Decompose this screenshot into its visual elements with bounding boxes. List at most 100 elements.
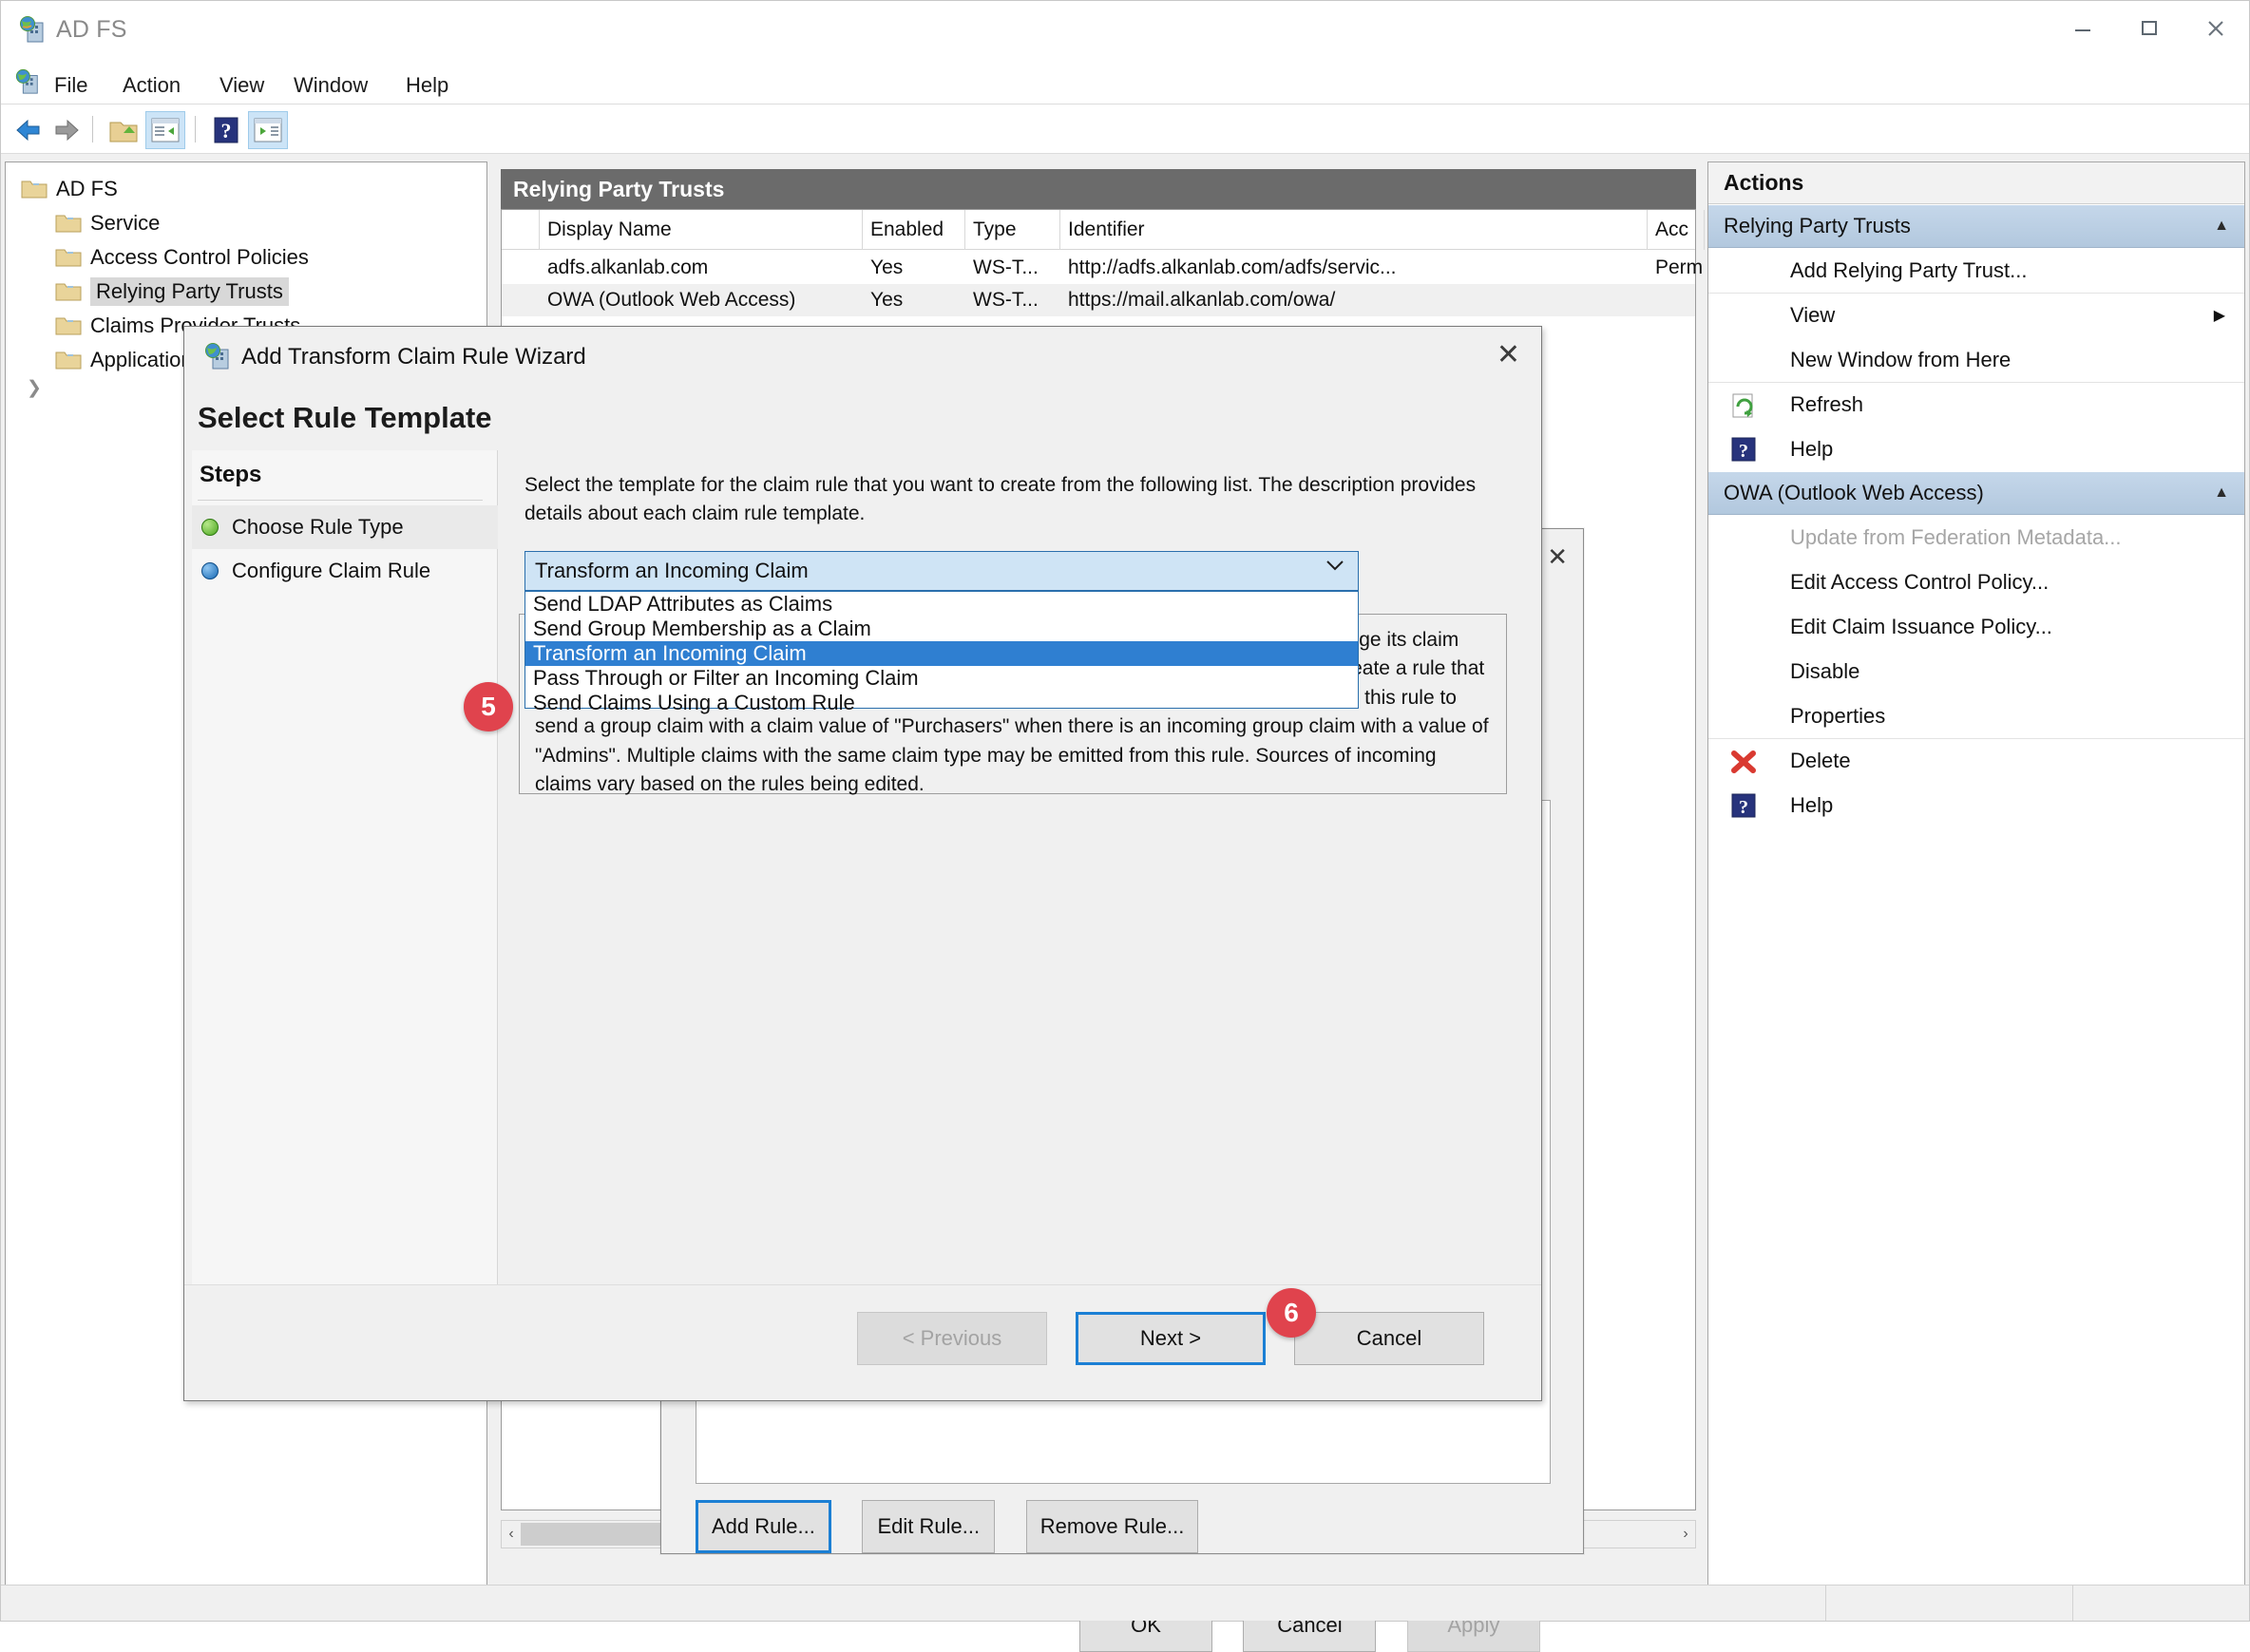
scrollbar-thumb[interactable]: [521, 1523, 663, 1546]
column-header-identifier[interactable]: Identifier: [1060, 210, 1648, 250]
tree-item-access-control-policies[interactable]: Access Control Policies: [55, 240, 309, 275]
actions-pane-title: Actions: [1708, 162, 2244, 204]
submenu-arrow-icon: ▶: [2214, 306, 2225, 325]
action-help-owa[interactable]: ? Help: [1708, 783, 2244, 827]
tree-item-service[interactable]: Service: [55, 206, 160, 240]
wizard-page-heading: Select Rule Template: [184, 386, 1541, 450]
action-edit-access-control-policy[interactable]: Edit Access Control Policy...: [1708, 560, 2244, 604]
action-refresh[interactable]: Refresh: [1708, 382, 2244, 427]
actions-group-label: OWA (Outlook Web Access): [1724, 481, 1984, 505]
add-rule-button[interactable]: Add Rule...: [696, 1500, 831, 1553]
adfs-icon: [18, 15, 47, 44]
up-folder-icon[interactable]: [107, 114, 140, 146]
tree-item-relying-party-trusts[interactable]: Relying Party Trusts: [55, 275, 289, 309]
action-label: Properties: [1790, 704, 1885, 729]
menu-item-action[interactable]: Action: [115, 71, 188, 100]
action-label: Disable: [1790, 659, 1859, 684]
back-arrow-icon[interactable]: [12, 114, 45, 146]
mdi-child-icon: [14, 68, 41, 95]
column-header-display-name[interactable]: Display Name: [540, 210, 863, 250]
forward-arrow-icon[interactable]: [50, 114, 83, 146]
cancel-button[interactable]: Cancel: [1294, 1312, 1484, 1365]
action-edit-claim-issuance-policy[interactable]: Edit Claim Issuance Policy...: [1708, 604, 2244, 649]
action-label: Edit Access Control Policy...: [1790, 570, 2049, 595]
actions-group-owa[interactable]: OWA (Outlook Web Access) ▲: [1708, 471, 2244, 515]
help-icon[interactable]: ?: [210, 114, 242, 146]
wizard-footer: < Previous Next > Cancel: [184, 1284, 1541, 1400]
cell-display-name: adfs.alkanlab.com: [540, 252, 863, 284]
dropdown-option-transform-incoming-claim[interactable]: Transform an Incoming Claim: [525, 641, 1358, 666]
actions-group-relying-party-trusts[interactable]: Relying Party Trusts ▲: [1708, 204, 2244, 248]
add-transform-claim-rule-wizard: Add Transform Claim Rule Wizard ✕ Select…: [183, 326, 1542, 1401]
column-header-type[interactable]: Type: [965, 210, 1060, 250]
menu-item-window[interactable]: Window: [286, 71, 375, 100]
step-status-dot-icon: [201, 519, 219, 536]
chevron-up-icon[interactable]: ▲: [2214, 218, 2229, 235]
column-header-enabled[interactable]: Enabled: [863, 210, 965, 250]
tree-item-label: Access Control Policies: [90, 245, 309, 270]
step-choose-rule-type[interactable]: Choose Rule Type: [192, 505, 498, 549]
refresh-icon: [1729, 391, 1758, 420]
title-bar: AD FS: [1, 1, 2249, 60]
scroll-left-arrow-icon[interactable]: ‹: [502, 1522, 521, 1547]
cell-enabled: Yes: [863, 252, 965, 284]
menu-bar: File Action View Window Help: [1, 60, 2249, 104]
step-label: Choose Rule Type: [232, 515, 404, 540]
wizard-title: Add Transform Claim Rule Wizard: [241, 344, 586, 370]
action-properties[interactable]: Properties: [1708, 693, 2244, 738]
status-cell-2: [2072, 1586, 2250, 1621]
tree-item-ad-fs[interactable]: AD FS: [21, 172, 118, 206]
window-close-button[interactable]: [2183, 1, 2249, 54]
table-row[interactable]: OWA (Outlook Web Access) Yes WS-T... htt…: [502, 284, 1695, 316]
table-row[interactable]: adfs.alkanlab.com Yes WS-T... http://adf…: [502, 252, 1695, 284]
remove-rule-button[interactable]: Remove Rule...: [1026, 1500, 1199, 1553]
action-label: Delete: [1790, 749, 1851, 773]
action-label: Help: [1790, 793, 1833, 818]
annotation-badge-6: 6: [1267, 1288, 1316, 1338]
cell-access: Perm: [1648, 252, 1705, 284]
window-minimize-button[interactable]: [2050, 1, 2116, 54]
dropdown-option-send-group-membership[interactable]: Send Group Membership as a Claim: [525, 617, 1358, 641]
rule-buttons-row: Add Rule... Edit Rule... Remove Rule...: [696, 1500, 1225, 1553]
window-maximize-button[interactable]: [2116, 1, 2183, 54]
help-icon: ?: [1729, 791, 1758, 820]
wizard-steps-panel: Steps Choose Rule Type Configure Claim R…: [192, 450, 498, 1286]
chevron-up-icon[interactable]: ▲: [2214, 484, 2229, 502]
action-help[interactable]: ? Help: [1708, 427, 2244, 471]
edit-rule-button[interactable]: Edit Rule...: [862, 1500, 995, 1553]
action-view[interactable]: View ▶: [1708, 293, 2244, 337]
show-hide-action-pane-icon[interactable]: [252, 114, 284, 146]
close-icon[interactable]: ✕: [1497, 338, 1520, 371]
close-icon: [2202, 13, 2230, 42]
action-disable[interactable]: Disable: [1708, 649, 2244, 693]
action-delete[interactable]: Delete: [1708, 738, 2244, 783]
column-header-spacer: [502, 210, 540, 250]
close-icon[interactable]: ✕: [1547, 542, 1568, 572]
menu-item-help[interactable]: Help: [398, 71, 456, 100]
actions-pane: Actions Relying Party Trusts ▲ Add Relyi…: [1707, 161, 2245, 1586]
tree-item-label: Service: [90, 211, 160, 236]
dropdown-option-send-claims-custom-rule[interactable]: Send Claims Using a Custom Rule: [525, 691, 1358, 715]
menu-item-view[interactable]: View: [212, 71, 272, 100]
next-button[interactable]: Next >: [1076, 1312, 1266, 1365]
chevron-down-icon[interactable]: [1325, 559, 1344, 572]
delete-x-icon: [1729, 748, 1758, 776]
chevron-right-icon[interactable]: ❯: [27, 377, 42, 399]
action-new-window-from-here[interactable]: New Window from Here: [1708, 337, 2244, 382]
action-add-relying-party-trust[interactable]: Add Relying Party Trust...: [1708, 248, 2244, 293]
menu-item-file[interactable]: File: [47, 71, 95, 100]
window-title: AD FS: [56, 16, 127, 44]
folder-icon: [21, 179, 48, 199]
claim-rule-template-combo[interactable]: Transform an Incoming Claim: [524, 551, 1359, 591]
dropdown-option-pass-through-or-filter[interactable]: Pass Through or Filter an Incoming Claim: [525, 666, 1358, 691]
annotation-badge-5: 5: [464, 682, 513, 731]
previous-button: < Previous: [857, 1312, 1047, 1365]
dropdown-option-send-ldap-attributes[interactable]: Send LDAP Attributes as Claims: [525, 592, 1358, 617]
column-header-access[interactable]: Acc: [1648, 210, 1705, 250]
step-configure-claim-rule[interactable]: Configure Claim Rule: [192, 549, 498, 593]
wizard-title-bar: Add Transform Claim Rule Wizard ✕: [184, 327, 1541, 386]
folder-icon: [55, 247, 82, 268]
scroll-right-arrow-icon[interactable]: ›: [1676, 1522, 1695, 1547]
show-hide-tree-icon[interactable]: [149, 114, 181, 146]
claim-rule-template-dropdown-list[interactable]: Send LDAP Attributes as Claims Send Grou…: [524, 591, 1359, 709]
